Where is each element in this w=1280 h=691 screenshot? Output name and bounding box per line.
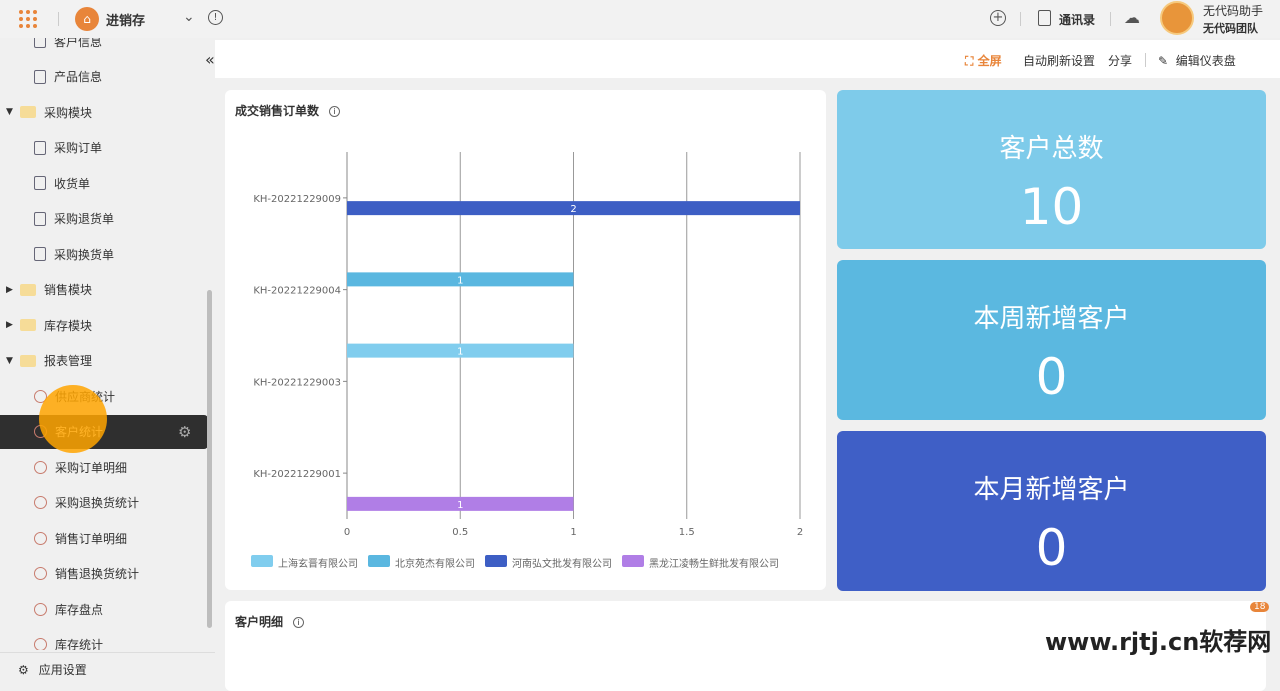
bar-value-label: 2 <box>570 204 576 215</box>
y-tick-label: KH-20221229009 <box>253 194 341 205</box>
stat-label: 本月新增客户 <box>973 475 1130 505</box>
bar-value-label: 1 <box>457 275 463 286</box>
legend-item[interactable]: 河南弘文批发有限公司 <box>485 555 612 570</box>
stat-card-weekly-new: 本周新增客户 0 <box>837 260 1266 420</box>
x-tick-label: 1.5 <box>679 527 695 538</box>
x-tick-label: 1 <box>570 527 576 538</box>
legend-swatch <box>485 555 507 567</box>
x-tick-label: 0.5 <box>452 527 468 538</box>
legend-label: 河南弘文批发有限公司 <box>512 559 612 570</box>
legend-label: 黑龙江凌畅生鲜批发有限公司 <box>649 559 779 570</box>
legend-label: 北京苑杰有限公司 <box>395 559 475 570</box>
stat-value: 0 <box>1035 348 1068 406</box>
bar-value-label: 1 <box>457 347 463 358</box>
stat-card-total-customers: 客户总数 10 <box>837 90 1266 249</box>
x-tick-label: 0 <box>344 527 350 538</box>
legend-item[interactable]: 北京苑杰有限公司 <box>368 555 475 570</box>
notification-badge[interactable]: 18 <box>1250 602 1270 612</box>
info-icon: i <box>293 617 305 628</box>
detail-title: 客户明细 i <box>235 613 305 630</box>
stat-value: 0 <box>1035 519 1068 577</box>
legend-item[interactable]: 上海玄晋有限公司 <box>251 555 358 570</box>
bar-value-label: 1 <box>457 500 463 511</box>
legend-swatch <box>368 555 390 567</box>
stat-card-monthly-new: 本月新增客户 0 <box>837 431 1266 591</box>
chart-legend: 上海玄晋有限公司 北京苑杰有限公司 河南弘文批发有限公司 黑龙江凌畅生鲜批发有限公司 <box>251 555 789 570</box>
watermark: www.rjtj.cn软荐网 <box>1045 628 1272 656</box>
stat-label: 本周新增客户 <box>973 304 1130 334</box>
x-tick-label: 2 <box>797 527 803 538</box>
y-tick-label: KH-20221229003 <box>253 377 341 388</box>
y-tick-label: KH-20221229001 <box>253 469 341 480</box>
legend-swatch <box>251 555 273 567</box>
stat-label: 客户总数 <box>999 134 1104 164</box>
legend-item[interactable]: 黑龙江凌畅生鲜批发有限公司 <box>622 555 779 570</box>
legend-swatch <box>622 555 644 567</box>
stat-value: 10 <box>1019 178 1084 236</box>
y-tick-label: KH-20221229004 <box>253 286 341 297</box>
legend-label: 上海玄晋有限公司 <box>278 559 358 570</box>
